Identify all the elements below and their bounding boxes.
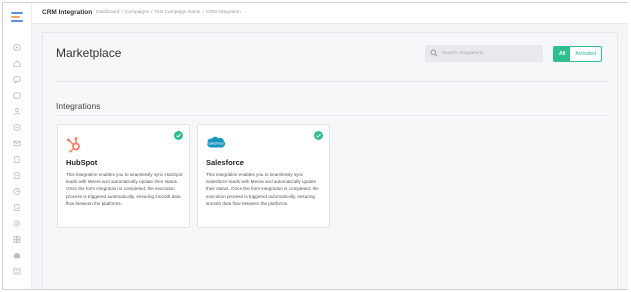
chat-icon[interactable] (12, 75, 22, 84)
breadcrumb-separator: / (202, 10, 204, 15)
settings-icon[interactable] (12, 203, 22, 212)
divider (56, 81, 608, 82)
breadcrumb-dashboard[interactable]: Dashboard (96, 10, 119, 15)
app-window: CRM Integration Dashboard / Campaigns / Test… (2, 2, 628, 290)
logo-icon[interactable] (11, 12, 23, 22)
app-title: CRM Integration (42, 9, 93, 16)
home-icon[interactable] (12, 59, 22, 68)
file-icon[interactable] (12, 171, 22, 180)
search-box[interactable] (425, 45, 543, 62)
storage-icon[interactable] (12, 251, 22, 260)
grid-icon[interactable] (12, 235, 22, 244)
dashboard-icon[interactable] (12, 43, 22, 52)
check-icon (314, 131, 323, 140)
report-icon[interactable] (12, 187, 22, 196)
divider (56, 115, 608, 116)
breadcrumb-separator: / (151, 10, 153, 15)
integration-card-hubspot[interactable]: HubSpot This integration enables you to … (57, 124, 190, 228)
list-icon[interactable] (12, 267, 22, 276)
users-icon[interactable] (12, 107, 22, 116)
message-icon[interactable] (12, 91, 22, 100)
page-title: Marketplace (56, 46, 122, 60)
sidebar (3, 3, 32, 289)
mail-icon[interactable] (12, 139, 22, 148)
section-title: Integrations (56, 101, 101, 111)
breadcrumb-separator: / (121, 10, 123, 15)
breadcrumb: Dashboard / Campaigns / Test Campaign Name / C… (96, 10, 241, 15)
inbox-icon[interactable] (12, 123, 22, 132)
marketplace-panel: Marketplace All Activated Integrations H… (42, 32, 618, 289)
integration-description: This integration enables you to seamless… (66, 172, 183, 206)
integration-description: This integration enables you to seamless… (206, 172, 319, 206)
gear-icon[interactable] (12, 219, 22, 228)
document-icon[interactable] (12, 155, 22, 164)
search-icon (430, 49, 438, 57)
svg-text:salesforce: salesforce (208, 141, 224, 145)
filter-all-button[interactable]: All (554, 47, 571, 61)
breadcrumb-campaign[interactable]: Test Campaign Name (154, 10, 200, 15)
breadcrumb-campaigns[interactable]: Campaigns (125, 10, 149, 15)
breadcrumb-current: CRM Integration (205, 10, 241, 15)
check-icon (174, 131, 183, 140)
salesforce-icon: salesforce (207, 136, 226, 148)
integration-name: Salesforce (206, 158, 244, 167)
integration-name: HubSpot (66, 158, 98, 167)
filter-activated-button[interactable]: Activated (570, 47, 601, 61)
main-content: Marketplace All Activated Integrations H… (32, 24, 628, 289)
hubspot-icon (67, 137, 80, 153)
search-input[interactable] (442, 46, 538, 60)
topbar: CRM Integration Dashboard / Campaigns / Test… (32, 3, 628, 24)
filter-toggle: All Activated (553, 46, 602, 62)
integration-card-salesforce[interactable]: salesforce Salesforce This integration e… (197, 124, 330, 228)
